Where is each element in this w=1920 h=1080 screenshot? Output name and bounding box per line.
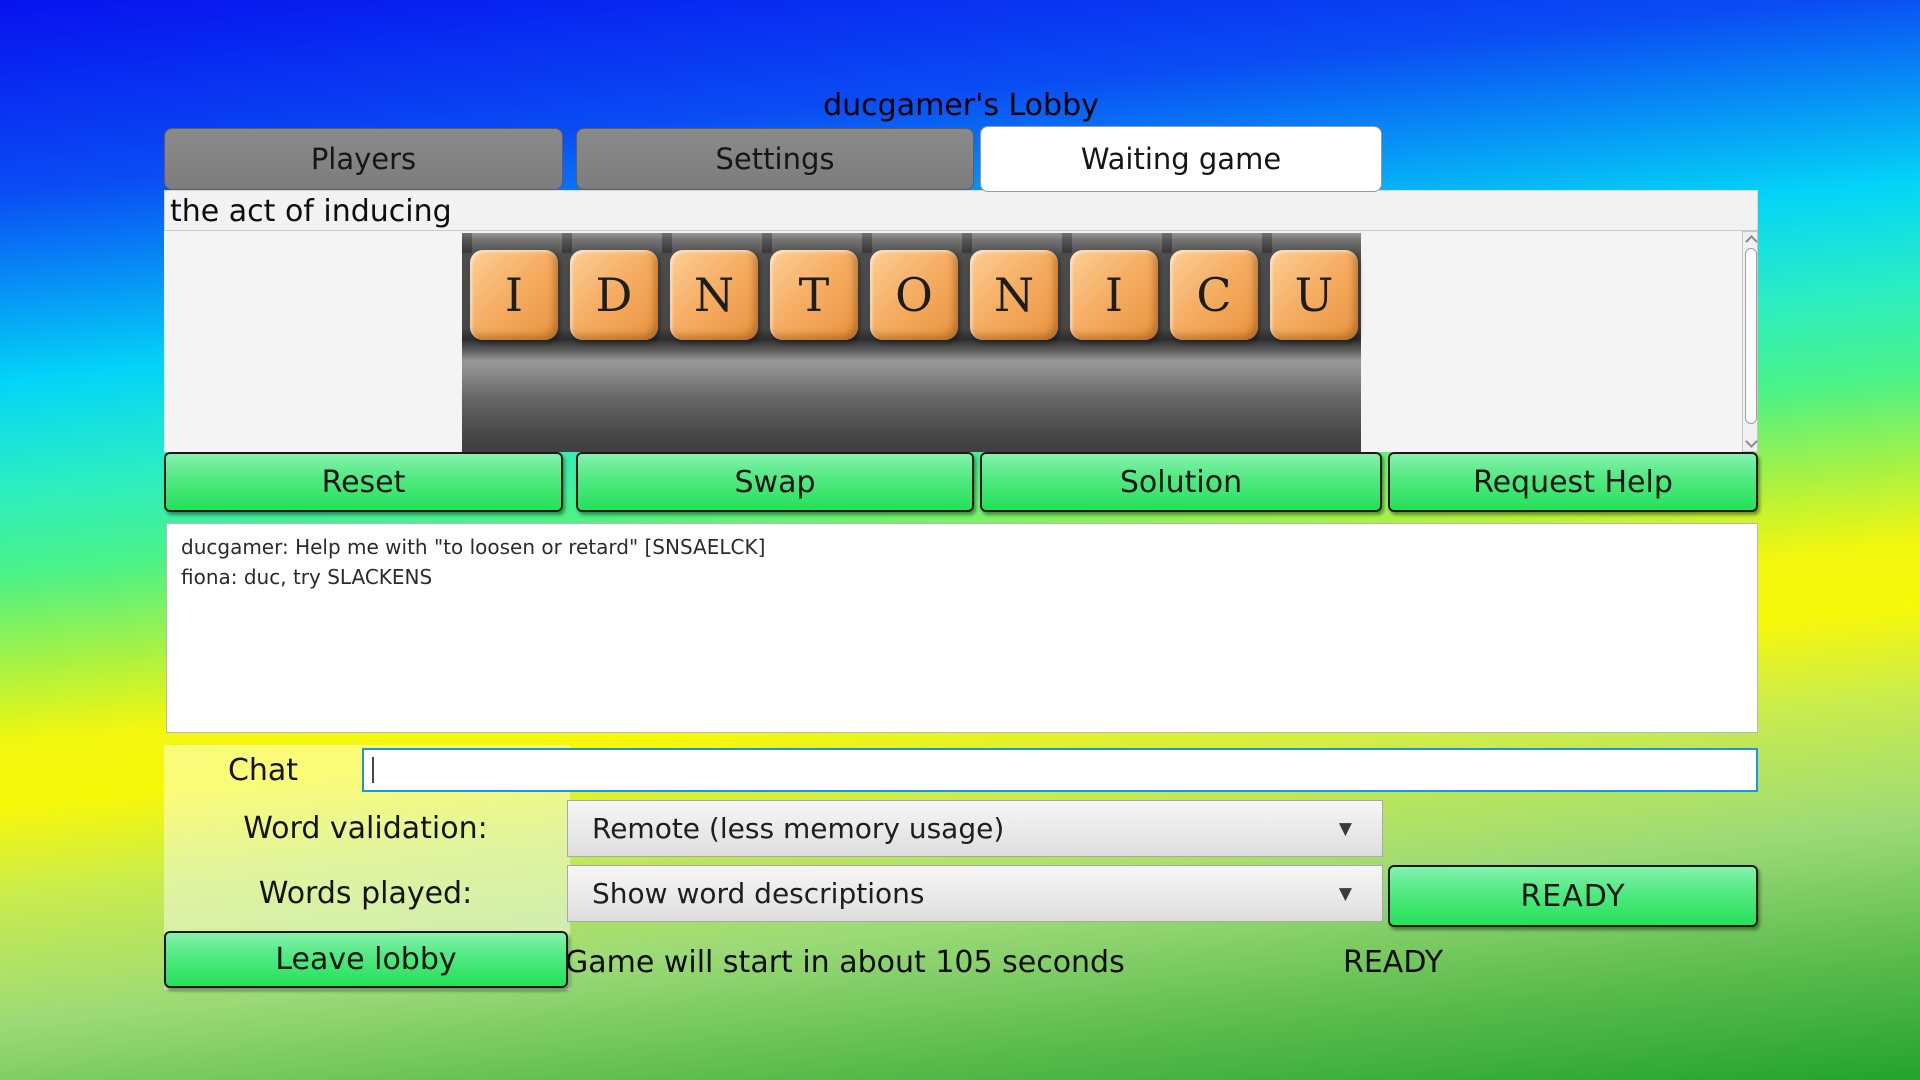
words-played-select[interactable]: Show word descriptions ▼ [567,865,1383,922]
request-help-button[interactable]: Request Help [1388,452,1758,512]
tile-letter: T [799,268,830,322]
scroll-up-icon[interactable] [1745,235,1758,248]
word-validation-select[interactable]: Remote (less memory usage) ▼ [567,800,1383,857]
letter-tile[interactable]: D [570,250,658,340]
letter-tiles: I D N T O N I C U [470,250,1358,340]
tile-letter: U [1295,268,1334,322]
words-played-label: Words played: [164,865,567,922]
chat-log[interactable]: ducgamer: Help me with "to loosen or ret… [166,523,1758,733]
ready-status-text: READY [1343,945,1443,980]
tab-settings-label: Settings [716,142,835,176]
word-clue-text: the act of inducing [170,194,452,229]
letter-tile[interactable]: T [770,250,858,340]
tile-letter: N [994,268,1034,322]
tab-settings[interactable]: Settings [576,128,974,190]
letter-tile[interactable]: O [870,250,958,340]
swap-button[interactable]: Swap [576,452,974,512]
scroll-down-icon[interactable] [1745,435,1758,448]
words-played-value: Show word descriptions [592,877,924,910]
letter-tile-rail: I D N T O N I C U [462,233,1361,452]
chat-input[interactable] [362,748,1758,792]
chat-message: ducgamer: Help me with "to loosen or ret… [181,532,1743,562]
leave-lobby-button-label: Leave lobby [275,942,456,977]
letter-tile[interactable]: N [670,250,758,340]
chevron-down-icon: ▼ [1339,819,1352,839]
letter-tile[interactable]: N [970,250,1058,340]
tab-players[interactable]: Players [164,128,563,190]
ready-button[interactable]: READY [1388,865,1758,927]
tile-letter: D [596,268,633,322]
chevron-down-icon: ▼ [1339,884,1352,904]
tile-letter: I [505,268,523,322]
chat-label: Chat [164,748,362,792]
page-title: ducgamer's Lobby [164,88,1758,123]
reset-button[interactable]: Reset [164,452,563,512]
letter-tile[interactable]: I [470,250,558,340]
tab-waiting-game[interactable]: Waiting game [980,126,1382,192]
tile-letter: N [694,268,734,322]
tab-players-label: Players [311,142,416,176]
word-validation-value: Remote (less memory usage) [592,812,1004,845]
solution-button[interactable]: Solution [980,452,1382,512]
reset-button-label: Reset [322,465,406,500]
tile-letter: C [1196,268,1231,322]
text-caret [372,757,374,783]
lobby-screen: ducgamer's Lobby Players Settings Waitin… [0,0,1920,1080]
letter-tile[interactable]: C [1170,250,1258,340]
tab-waiting-game-label: Waiting game [1081,142,1281,176]
vertical-scrollbar[interactable] [1742,231,1758,452]
leave-lobby-button[interactable]: Leave lobby [164,931,568,988]
tile-letter: O [895,268,933,322]
game-start-countdown-text: Game will start in about 105 seconds [565,945,1125,980]
letter-tile[interactable]: U [1270,250,1358,340]
tile-letter: I [1105,268,1123,322]
chat-message: fiona: duc, try SLACKENS [181,562,1743,592]
solution-button-label: Solution [1120,465,1242,500]
ready-button-label: READY [1520,879,1625,914]
swap-button-label: Swap [734,465,815,500]
scrollbar-thumb[interactable] [1745,248,1757,424]
request-help-button-label: Request Help [1473,465,1673,500]
letter-tile[interactable]: I [1070,250,1158,340]
word-validation-label: Word validation: [164,800,567,857]
